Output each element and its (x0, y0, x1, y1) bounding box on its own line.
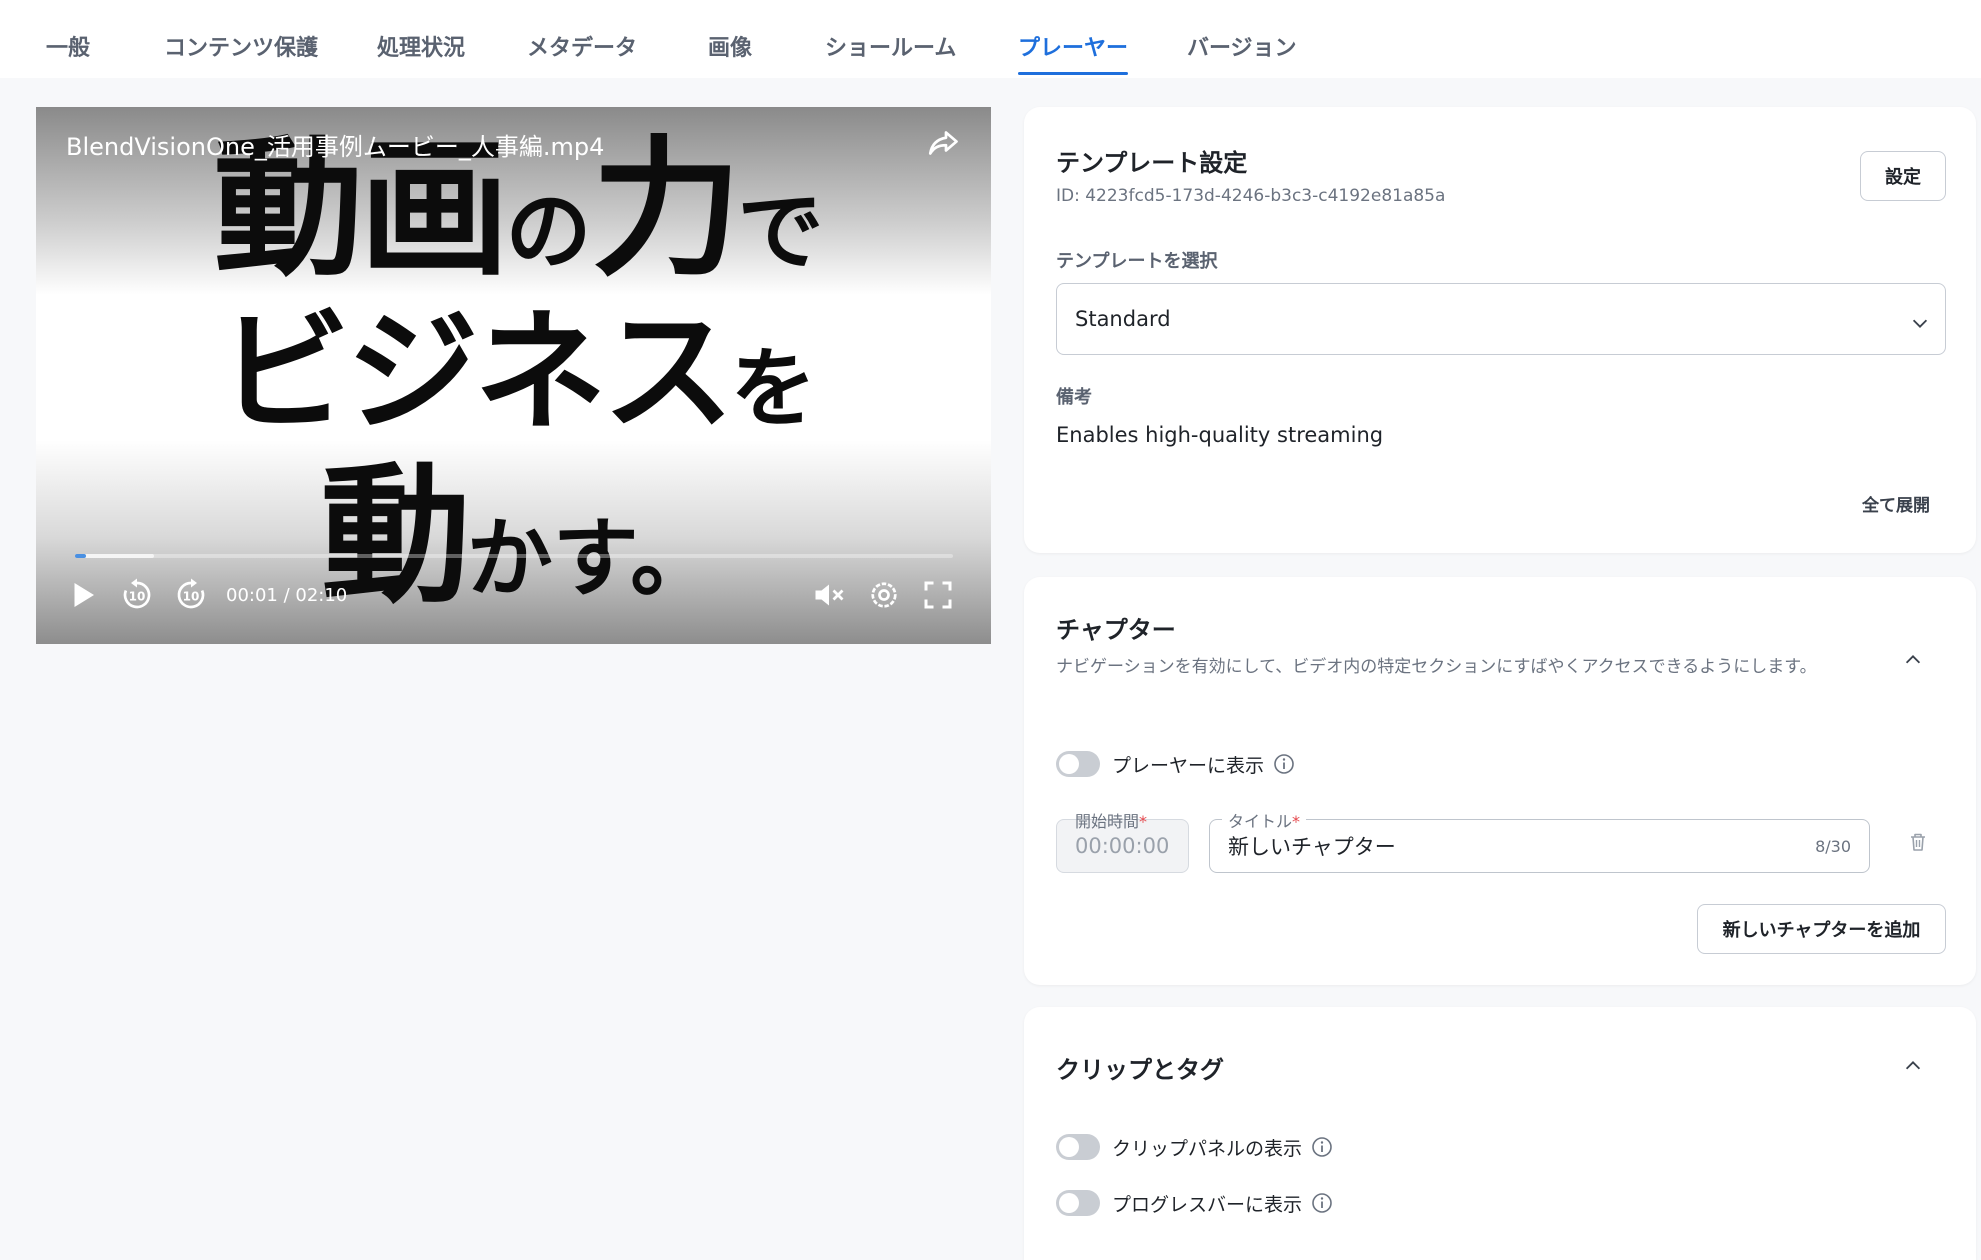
template-select-value: Standard (1075, 307, 1171, 331)
start-time-value: 00:00:00 (1075, 834, 1170, 858)
svg-text:10: 10 (129, 589, 146, 603)
chapter-title-label: タイトル* (1222, 808, 1307, 832)
current-time: 00:01 (226, 585, 278, 606)
progress-buffered (75, 554, 155, 558)
duration: 02:10 (295, 585, 348, 606)
add-chapter-button[interactable]: 新しいチャプターを追加 (1697, 904, 1946, 954)
time-display: 00:01 / 02:10 (226, 585, 348, 606)
poster-line-2: ビジネスを (218, 296, 817, 450)
info-icon[interactable] (1310, 1135, 1334, 1159)
chapters-title: チャプター (1056, 616, 1176, 644)
clips-tags-title: クリップとタグ (1056, 1056, 1224, 1084)
tab-images[interactable]: 画像 (708, 30, 752, 78)
notes-label: 備考 (1056, 387, 1092, 408)
chevron-down-icon (1912, 319, 1928, 328)
rewind-10-icon[interactable]: 10 (119, 577, 155, 613)
expand-all-link[interactable]: 全て展開 (1862, 491, 1930, 516)
start-time-label: 開始時間* (1075, 812, 1148, 831)
tab-processing-status[interactable]: 処理状況 (377, 30, 465, 78)
tab-content-protection[interactable]: コンテンツ保護 (164, 30, 318, 78)
char-count: 8/30 (1815, 836, 1851, 856)
progress-bar-label: プログレスバーに表示 (1112, 1194, 1303, 1216)
tab-showroom[interactable]: ショールーム (825, 30, 956, 78)
chevron-up-icon[interactable] (1902, 649, 1924, 671)
tab-metadata[interactable]: メタデータ (527, 30, 637, 78)
tab-general[interactable]: 一般 (46, 30, 90, 78)
progress-bar[interactable] (75, 554, 953, 558)
template-id: ID: 4223fcd5-173d-4246-b3c3-c4192e81a85a (1056, 186, 1446, 206)
svg-text:10: 10 (183, 589, 200, 603)
chapters-card: チャプター ナビゲーションを有効にして、ビデオ内の特定セクションにすばやくアクセ… (1024, 577, 1976, 985)
clips-tags-card: クリップとタグ クリップパネルの表示 プログレスバーに表示 (1024, 1007, 1976, 1260)
trash-icon[interactable] (1906, 830, 1930, 854)
clip-panel-toggle[interactable] (1056, 1134, 1100, 1160)
clip-panel-label: クリップパネルの表示 (1112, 1138, 1303, 1160)
info-icon[interactable] (1310, 1191, 1334, 1215)
notes-value: Enables high-quality streaming (1056, 423, 1384, 447)
progress-bar-toggle[interactable] (1056, 1190, 1100, 1216)
progress-played (75, 554, 86, 558)
tab-version[interactable]: バージョン (1187, 30, 1297, 78)
share-icon[interactable] (925, 125, 961, 161)
template-settings-card: テンプレート設定 ID: 4223fcd5-173d-4246-b3c3-c41… (1024, 107, 1976, 553)
show-in-player-toggle[interactable] (1056, 751, 1100, 777)
video-player[interactable]: 動画の力で ビジネスを 動かす。 BlendVisionOne_活用事例ムービー… (36, 107, 991, 644)
forward-10-icon[interactable]: 10 (173, 577, 209, 613)
video-title: BlendVisionOne_活用事例ムービー_人事編.mp4 (66, 133, 605, 161)
show-in-player-label: プレーヤーに表示 (1112, 755, 1265, 777)
info-icon[interactable] (1272, 752, 1296, 776)
template-settings-title: テンプレート設定 (1056, 149, 1248, 177)
tab-player[interactable]: プレーヤー (1018, 30, 1129, 78)
template-select-label: テンプレートを選択 (1056, 251, 1218, 272)
start-time-input[interactable]: 開始時間* 00:00:00 (1056, 812, 1189, 873)
template-select[interactable]: Standard (1056, 283, 1946, 355)
play-icon[interactable] (64, 577, 100, 613)
tab-bar: 一般 コンテンツ保護 処理状況 メタデータ 画像 ショールーム プレーヤー バー… (0, 0, 1981, 78)
chapter-title-value: 新しいチャプター (1228, 835, 1396, 859)
fullscreen-icon[interactable] (920, 577, 956, 613)
settings-gear-icon[interactable] (866, 577, 902, 613)
chevron-up-icon[interactable] (1902, 1055, 1924, 1077)
mute-icon[interactable] (811, 577, 847, 613)
settings-button[interactable]: 設定 (1860, 151, 1946, 201)
chapters-description: ナビゲーションを有効にして、ビデオ内の特定セクションにすばやくアクセスできるよう… (1056, 657, 1817, 677)
chapter-title-input[interactable]: タイトル* 新しいチャプター 8/30 (1209, 808, 1870, 873)
